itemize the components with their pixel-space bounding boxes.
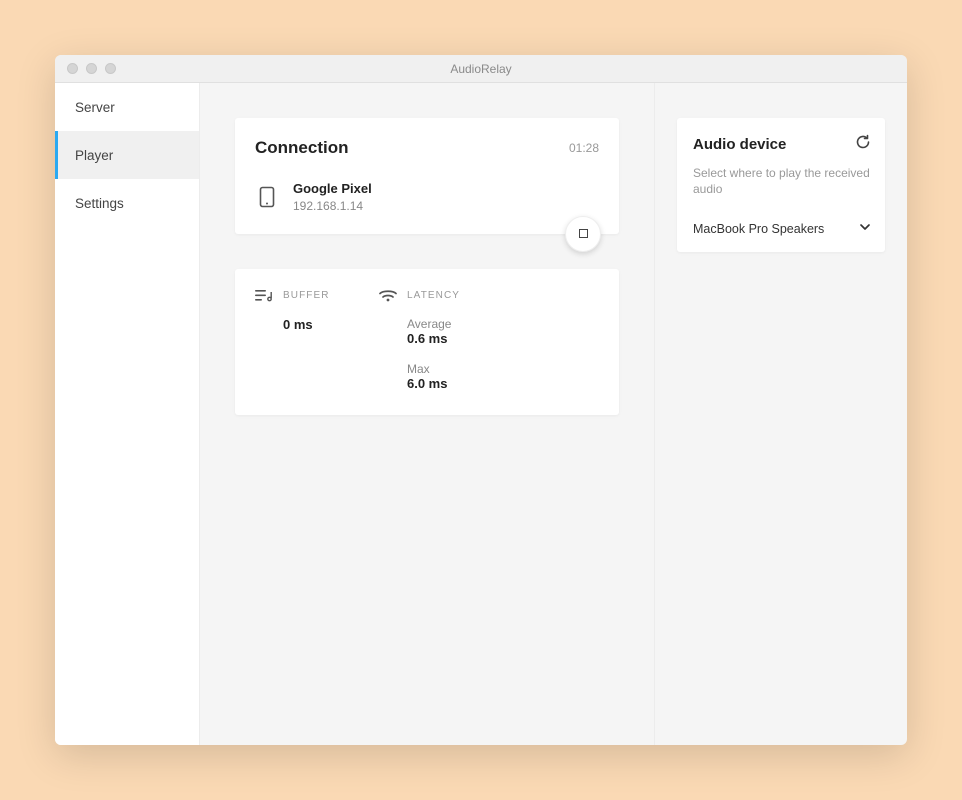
audio-device-selected: MacBook Pro Speakers <box>693 222 824 236</box>
sidebar: Server Player Settings <box>55 83 200 745</box>
minimize-window-button[interactable] <box>86 63 97 74</box>
audio-device-title: Audio device <box>693 136 786 153</box>
buffer-stat: BUFFER 0 ms <box>255 289 355 391</box>
stop-icon <box>579 229 588 238</box>
window-body: Server Player Settings Connection 01:28 <box>55 83 907 745</box>
refresh-icon <box>855 137 871 154</box>
audio-device-panel: Audio device Select where to play the re… <box>677 118 885 252</box>
sidebar-item-player[interactable]: Player <box>55 131 199 179</box>
stop-button[interactable] <box>565 216 601 252</box>
latency-avg-value: 0.6 ms <box>407 331 479 346</box>
latency-avg-label: Average <box>407 317 479 331</box>
phone-icon <box>259 186 275 208</box>
latency-label: LATENCY <box>407 290 460 301</box>
chevron-down-icon <box>859 221 871 236</box>
connection-title: Connection <box>255 138 349 158</box>
latency-stat: LATENCY Average 0.6 ms Max 6.0 ms <box>379 289 479 391</box>
main-content: Connection 01:28 Google Pixel 192.1 <box>200 83 907 745</box>
device-ip: 192.168.1.14 <box>293 198 372 214</box>
sidebar-item-label: Server <box>75 100 115 115</box>
connected-device-row: Google Pixel 192.168.1.14 <box>255 180 599 214</box>
device-name: Google Pixel <box>293 180 372 198</box>
buffer-label: BUFFER <box>283 290 330 301</box>
window-title: AudioRelay <box>55 62 907 76</box>
traffic-lights <box>55 63 116 74</box>
audio-device-select[interactable]: MacBook Pro Speakers <box>693 221 871 236</box>
audio-device-description: Select where to play the received audio <box>693 165 871 197</box>
maximize-window-button[interactable] <box>105 63 116 74</box>
stats-card: BUFFER 0 ms <box>235 269 619 415</box>
sidebar-item-server[interactable]: Server <box>55 83 199 131</box>
latency-max-value: 6.0 ms <box>407 376 479 391</box>
sidebar-item-label: Player <box>75 148 113 163</box>
sidebar-item-settings[interactable]: Settings <box>55 179 199 227</box>
close-window-button[interactable] <box>67 63 78 74</box>
refresh-button[interactable] <box>855 134 871 155</box>
app-window: AudioRelay Server Player Settings Connec… <box>55 55 907 745</box>
connection-card: Connection 01:28 Google Pixel 192.1 <box>235 118 619 234</box>
sidebar-item-label: Settings <box>75 196 124 211</box>
connection-elapsed-time: 01:28 <box>569 141 599 155</box>
titlebar: AudioRelay <box>55 55 907 83</box>
latency-max-label: Max <box>407 362 479 376</box>
wifi-icon <box>379 289 397 303</box>
buffer-icon <box>255 289 273 303</box>
right-column: Audio device Select where to play the re… <box>655 83 907 745</box>
buffer-value: 0 ms <box>255 317 355 332</box>
center-column: Connection 01:28 Google Pixel 192.1 <box>200 83 655 745</box>
